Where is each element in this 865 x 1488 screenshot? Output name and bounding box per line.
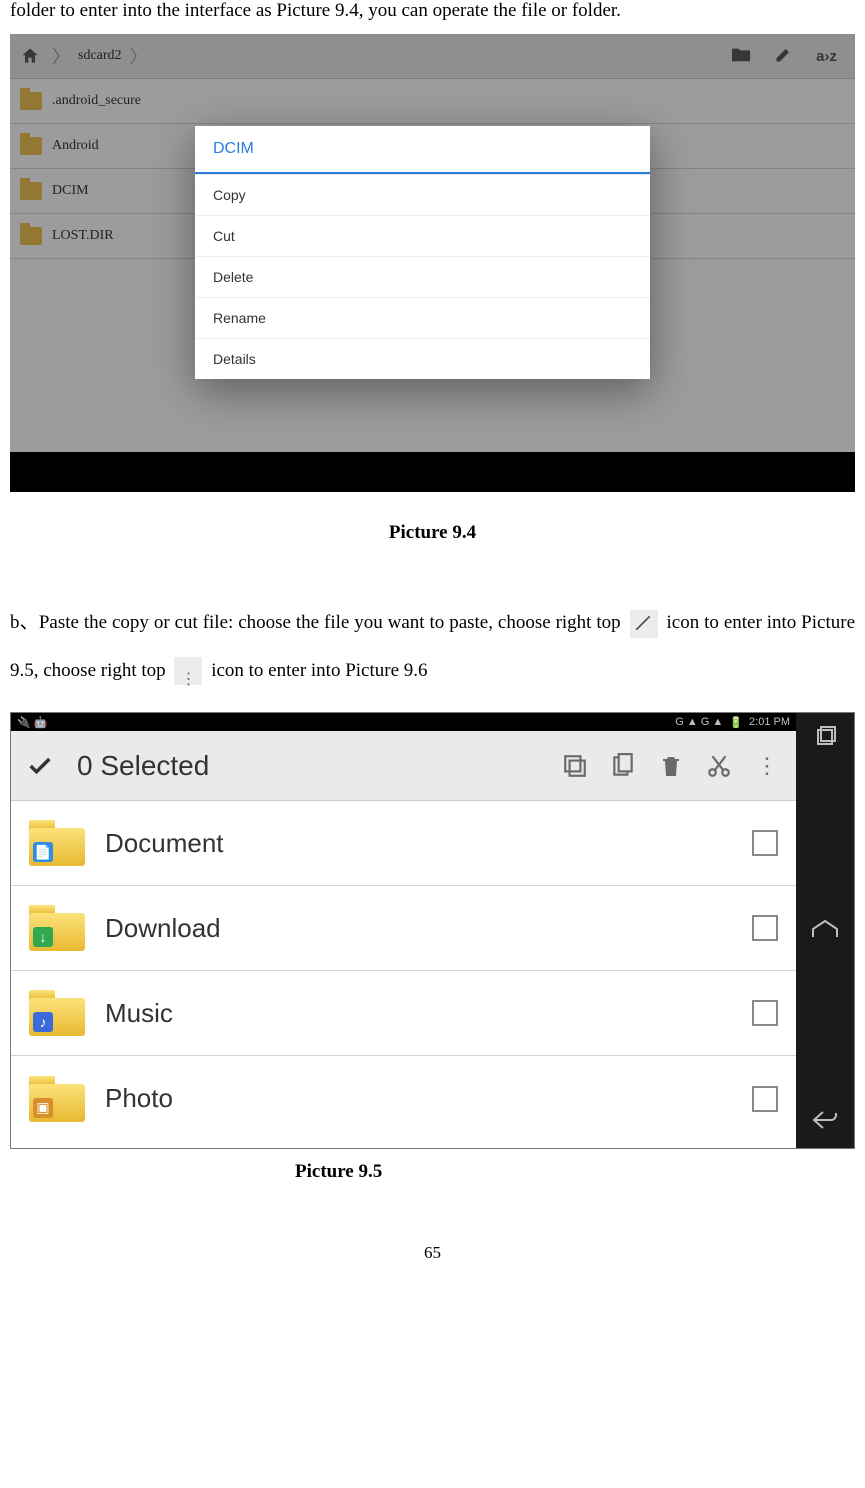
folder-label: Music [105, 998, 732, 1029]
music-badge-icon: ♪ [33, 1012, 53, 1032]
sort-icon[interactable]: a›z [816, 48, 837, 65]
screenshot-9-4: 〉 sdcard2 〉 + a›z .android_secure Androi… [10, 34, 855, 492]
folder-row-photo[interactable]: ▣ Photo [11, 1056, 796, 1141]
checkbox[interactable] [752, 915, 778, 941]
page-number: 65 [10, 1243, 855, 1263]
folder-row-document[interactable]: 📄 Document [11, 801, 796, 886]
caption-9-4: Picture 9.4 [10, 522, 855, 544]
folder-icon [20, 227, 42, 245]
cut-icon[interactable] [704, 751, 734, 781]
paragraph-b: b、Paste the copy or cut file: choose the… [10, 599, 855, 694]
folder-icon: ♪ [29, 990, 85, 1036]
selection-count: 0 Selected [77, 750, 209, 782]
done-icon[interactable] [25, 751, 55, 781]
intro-text: folder to enter into the interface as Pi… [10, 0, 855, 22]
overflow-icon[interactable]: ⋮ [752, 751, 782, 781]
back-icon[interactable] [809, 1104, 841, 1136]
para-b-text3: icon to enter into Picture 9.6 [211, 660, 427, 681]
para-b-text1: b、Paste the copy or cut file: choose the… [10, 612, 626, 633]
folder-row-download[interactable]: ↓ Download [11, 886, 796, 971]
home-icon[interactable] [809, 913, 841, 945]
edit-icon[interactable] [774, 44, 794, 69]
folder-row[interactable]: .android_secure [10, 79, 855, 124]
select-all-icon[interactable] [560, 751, 590, 781]
folder-name: LOST.DIR [52, 228, 114, 244]
svg-text:+: + [746, 53, 752, 63]
folder-label: Download [105, 913, 732, 944]
status-battery-icon: 🔋 [729, 716, 743, 729]
folder-row-music[interactable]: ♪ Music [11, 971, 796, 1056]
folder-icon [20, 137, 42, 155]
folder-icon: ▣ [29, 1076, 85, 1122]
context-menu: DCIM Copy Cut Delete Rename Details [195, 126, 650, 379]
folder-icon [20, 92, 42, 110]
breadcrumb[interactable]: sdcard2 [72, 48, 128, 64]
breadcrumb-sep-icon: 〉 [52, 43, 70, 69]
context-menu-title: DCIM [195, 126, 650, 174]
status-time: 2:01 PM [749, 716, 790, 728]
status-network-icon: G ▲ G ▲ [675, 716, 723, 728]
folder-label: Document [105, 828, 732, 859]
copy-icon[interactable] [608, 751, 638, 781]
menu-item-cut[interactable]: Cut [195, 215, 650, 256]
checkbox[interactable] [752, 1000, 778, 1026]
folder-label: Photo [105, 1083, 732, 1114]
doc-badge-icon: 📄 [33, 842, 53, 862]
folder-name: DCIM [52, 183, 89, 199]
folder-icon: ↓ [29, 905, 85, 951]
file-manager-topbar: 〉 sdcard2 〉 + a›z [10, 34, 855, 79]
home-icon[interactable] [10, 46, 50, 66]
new-folder-icon[interactable]: + [730, 45, 752, 68]
status-left-icons: 🔌 🤖 [17, 716, 47, 729]
folder-name: .android_secure [52, 93, 141, 109]
folder-icon: 📄 [29, 820, 85, 866]
status-bar: 🔌 🤖 G ▲ G ▲ 🔋 2:01 PM [11, 713, 796, 731]
folder-name: Android [52, 138, 99, 154]
overflow-icon [174, 657, 202, 685]
screenshot-9-5: 🔌 🤖 G ▲ G ▲ 🔋 2:01 PM 0 Selected [10, 712, 855, 1149]
pencil-icon [630, 610, 658, 638]
checkbox[interactable] [752, 830, 778, 856]
nav-bar [796, 713, 854, 1148]
action-bar: 0 Selected ⋮ [11, 731, 796, 801]
recent-apps-icon[interactable] [809, 721, 841, 753]
folder-icon [20, 182, 42, 200]
checkbox[interactable] [752, 1086, 778, 1112]
menu-item-copy[interactable]: Copy [195, 174, 650, 215]
delete-icon[interactable] [656, 751, 686, 781]
caption-9-5: Picture 9.5 [295, 1161, 855, 1183]
photo-badge-icon: ▣ [33, 1098, 53, 1118]
menu-item-delete[interactable]: Delete [195, 256, 650, 297]
breadcrumb-sep-icon: 〉 [130, 43, 148, 69]
menu-item-details[interactable]: Details [195, 338, 650, 379]
menu-item-rename[interactable]: Rename [195, 297, 650, 338]
download-badge-icon: ↓ [33, 927, 53, 947]
